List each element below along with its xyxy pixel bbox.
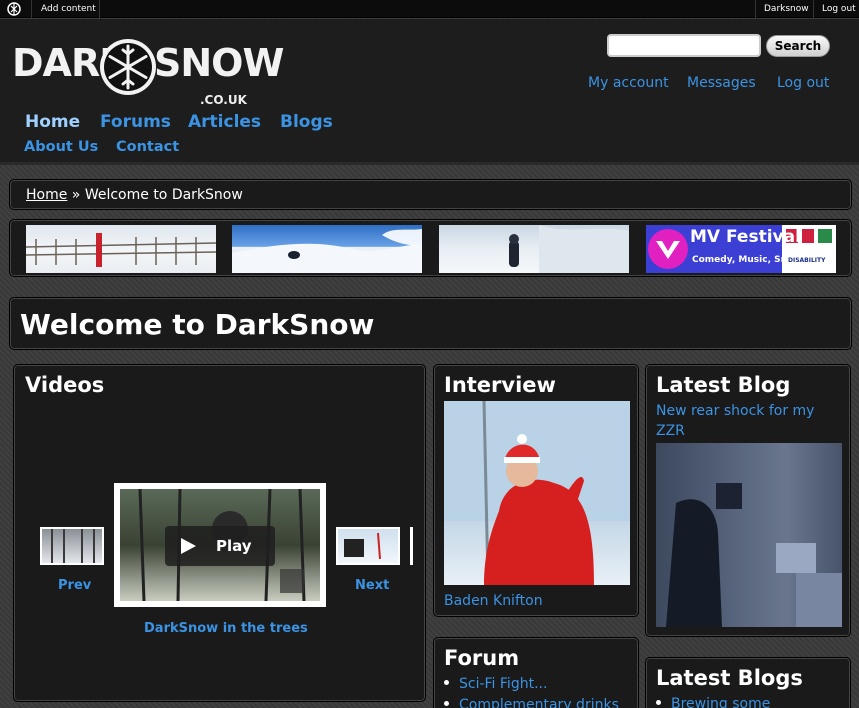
forum-block: Forum Sci-Fi Fight... Complementary drin… <box>433 637 639 708</box>
home-icon[interactable] <box>5 0 25 18</box>
interview-block: Interview Baden Knifton <box>433 364 639 617</box>
breadcrumb-current: Welcome to DarkSnow <box>84 187 243 203</box>
mv-festival-subtitle: Comedy, Music, Snow <box>692 255 802 265</box>
video-caption-link[interactable]: DarkSnow in the trees <box>144 621 308 636</box>
page-title: Welcome to DarkSnow <box>20 308 375 341</box>
banner-rider-image[interactable] <box>439 225 629 273</box>
video-prev-link[interactable]: Prev <box>58 578 91 593</box>
latest-blog-link[interactable]: New rear shock for my ZZR <box>656 401 836 441</box>
banner-fence-image[interactable] <box>26 225 216 273</box>
play-label: Play <box>216 537 252 555</box>
mv-festival-title: MV Festival <box>690 227 801 247</box>
nav-forums[interactable]: Forums <box>100 112 171 132</box>
latest-blogs-block: Latest Blogs Brewing some <box>645 657 851 708</box>
search-input[interactable] <box>607 34 761 57</box>
mv-sponsor: DISABILITY <box>788 257 826 264</box>
breadcrumb-home-link[interactable]: Home <box>26 187 67 203</box>
username-link[interactable]: Darksnow <box>764 0 809 18</box>
latest-blog-title: Latest Blog <box>656 373 791 397</box>
banner-strip: MV Festival Comedy, Music, Snow DISABILI… <box>9 219 852 277</box>
latest-blogs-title: Latest Blogs <box>656 666 803 690</box>
logo-domain: .CO.UK <box>200 93 247 107</box>
breadcrumb-separator: » <box>71 187 81 203</box>
video-next-link[interactable]: Next <box>355 578 389 593</box>
site-header: DARK SNOW .CO.UK Search My account Messa… <box>0 19 859 165</box>
forum-title: Forum <box>444 646 520 670</box>
interview-title: Interview <box>444 373 556 397</box>
interview-photo[interactable] <box>444 401 630 585</box>
nav-blogs[interactable]: Blogs <box>280 112 333 132</box>
forum-topic-link[interactable]: Sci-Fi Fight... <box>459 676 547 692</box>
forum-list-item: Sci-Fi Fight... <box>444 676 619 692</box>
search-button[interactable]: Search <box>766 35 830 57</box>
play-icon <box>181 538 196 554</box>
nav-home[interactable]: Home <box>25 112 80 132</box>
forum-list-item: Complementary drinks <box>444 697 619 708</box>
latest-blog-block: Latest Blog New rear shock for my ZZR <box>645 364 851 637</box>
toolbar-logout-link[interactable]: Log out <box>822 0 856 18</box>
video-thumb-prev[interactable] <box>40 527 104 565</box>
forum-topic-link[interactable]: Complementary drinks <box>459 697 619 708</box>
videos-block: Videos Prev Play Next DarkSnow in the tr… <box>13 364 426 702</box>
logout-link[interactable]: Log out <box>777 75 829 91</box>
videos-title: Videos <box>25 373 105 397</box>
nav-articles[interactable]: Articles <box>188 112 261 132</box>
video-thumb-edge <box>410 527 413 565</box>
play-button[interactable]: Play <box>165 526 275 566</box>
snowflake-icon <box>100 39 156 95</box>
add-content-link[interactable]: Add content <box>41 0 96 18</box>
page-title-panel: Welcome to DarkSnow <box>9 297 852 350</box>
admin-toolbar: Add content Darksnow Log out <box>0 0 859 18</box>
breadcrumb: Home » Welcome to DarkSnow <box>9 179 852 210</box>
interview-name-link[interactable]: Baden Knifton <box>444 593 543 609</box>
video-thumb-next[interactable] <box>336 527 400 565</box>
latest-blogs-item: Brewing some <box>656 696 770 708</box>
banner-snowboard-image[interactable] <box>232 225 422 273</box>
latest-blogs-link[interactable]: Brewing some <box>671 696 770 708</box>
banner-mv-festival[interactable]: MV Festival Comedy, Music, Snow DISABILI… <box>646 225 836 273</box>
nav-about-us[interactable]: About Us <box>24 139 98 155</box>
video-player[interactable]: Play <box>114 483 326 607</box>
nav-contact[interactable]: Contact <box>116 139 179 155</box>
my-account-link[interactable]: My account <box>588 75 669 91</box>
messages-link[interactable]: Messages <box>687 75 756 91</box>
logo-text-right: SNOW <box>154 41 284 85</box>
site-logo[interactable]: DARK SNOW .CO.UK <box>12 35 284 107</box>
latest-blog-photo[interactable] <box>656 443 842 627</box>
